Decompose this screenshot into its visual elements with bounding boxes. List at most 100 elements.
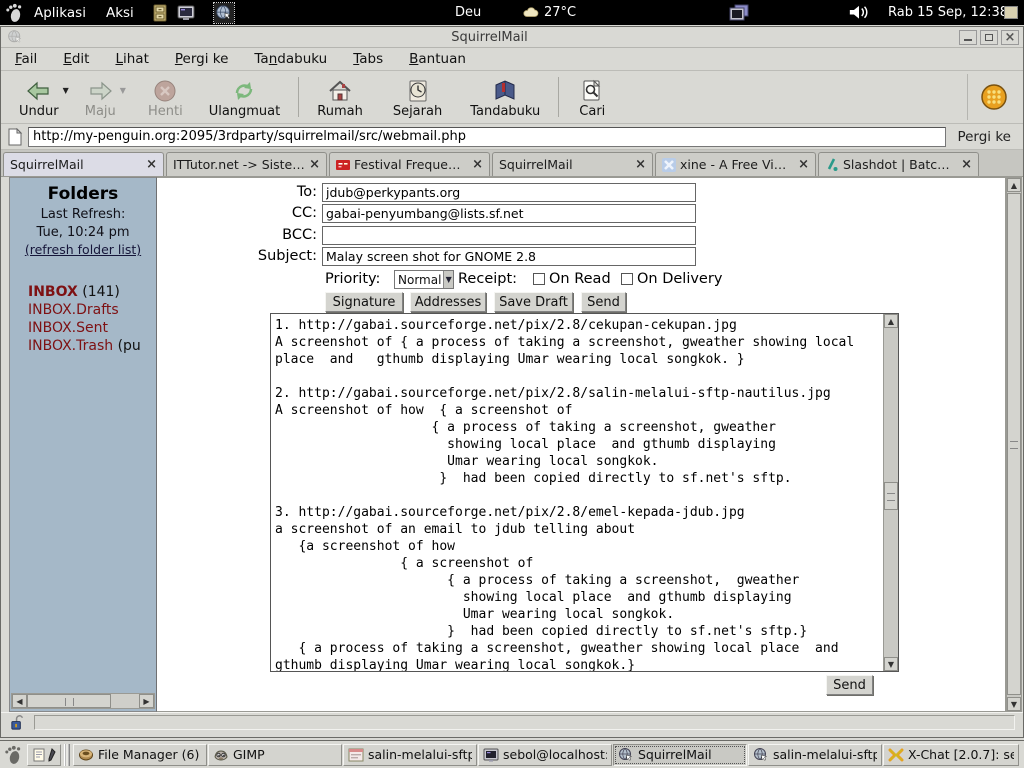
page-vertical-scrollbar[interactable]: ▲ ▼: [1006, 177, 1022, 712]
menu-edit[interactable]: Edit: [63, 51, 89, 67]
scroll-right-icon[interactable]: ▶: [139, 694, 154, 708]
addresses-button[interactable]: Addresses: [410, 292, 486, 312]
send-button-top[interactable]: Send: [581, 292, 626, 312]
keyboard-layout-indicator[interactable]: Deu: [455, 0, 481, 25]
folder-inbox[interactable]: INBOX (141): [28, 283, 156, 301]
terminal-icon[interactable]: [176, 3, 196, 23]
tab-squirrelmail-active[interactable]: SquirrelMail ×: [3, 152, 164, 176]
home-button[interactable]: Rumah: [309, 73, 371, 121]
security-lock-icon[interactable]: [9, 714, 26, 731]
scrollbar-thumb[interactable]: [884, 482, 898, 510]
menu-lihat[interactable]: Lihat: [115, 51, 148, 67]
file-cabinet-icon[interactable]: [150, 3, 170, 23]
tab-festival[interactable]: Festival Frequently... ×: [329, 152, 490, 176]
scroll-left-icon[interactable]: ◀: [12, 694, 27, 708]
show-desktop-button[interactable]: [27, 744, 61, 766]
volume-icon[interactable]: [848, 0, 870, 25]
last-refresh-time: Tue, 10:24 pm: [10, 225, 156, 240]
taskbar-item-salin-browser[interactable]: salin-melalui-sftp-n: [748, 744, 882, 766]
tab-close-icon[interactable]: ×: [635, 158, 646, 171]
history-button[interactable]: Sejarah: [385, 73, 450, 121]
tab-squirrelmail-2[interactable]: SquirrelMail ×: [492, 152, 653, 176]
signature-button[interactable]: Signature: [325, 292, 403, 312]
tab-close-icon[interactable]: ×: [961, 158, 972, 171]
status-message-field: [34, 715, 1015, 730]
menu-tabs[interactable]: Tabs: [353, 51, 383, 67]
scroll-up-icon[interactable]: ▲: [884, 314, 898, 328]
menu-aplikasi[interactable]: Aplikasi: [34, 5, 86, 21]
address-bar: Pergi ke: [1, 124, 1023, 150]
scroll-up-icon[interactable]: ▲: [1007, 178, 1021, 192]
taskbar-item-squirrelmail[interactable]: SquirrelMail: [613, 744, 747, 766]
menu-aksi[interactable]: Aksi: [106, 5, 134, 21]
sidebar-horizontal-scrollbar[interactable]: ◀ ▶: [11, 693, 155, 709]
tray-icon[interactable]: [1004, 0, 1018, 25]
gnome-foot-icon[interactable]: [3, 745, 23, 765]
on-read-checkbox[interactable]: [533, 273, 545, 285]
folder-link[interactable]: INBOX.Sent: [28, 320, 108, 336]
scroll-down-icon[interactable]: ▼: [1007, 697, 1021, 711]
taskbar-item-gimp[interactable]: GIMP: [208, 744, 342, 766]
go-button[interactable]: Pergi ke: [951, 129, 1017, 145]
menu-bantuan[interactable]: Bantuan: [409, 51, 466, 67]
tab-label: Slashdot | Batch-o...: [843, 157, 957, 172]
tab-slashdot[interactable]: Slashdot | Batch-o... ×: [818, 152, 979, 176]
folder-link[interactable]: INBOX.Trash: [28, 338, 113, 354]
tab-close-icon[interactable]: ×: [309, 158, 320, 171]
send-button-bottom[interactable]: Send: [826, 675, 873, 695]
minimize-button[interactable]: [959, 30, 977, 45]
titlebar[interactable]: SquirrelMail ×: [1, 27, 1023, 48]
workspace-switcher-icon[interactable]: [728, 0, 750, 25]
taskbar-item-terminal[interactable]: sebol@localhost:~/: [478, 744, 612, 766]
cc-input[interactable]: [322, 204, 696, 223]
on-delivery-checkbox[interactable]: [621, 273, 633, 285]
forward-button[interactable]: Maju: [77, 73, 124, 121]
stop-button[interactable]: Henti: [140, 73, 191, 121]
bookmarks-button[interactable]: Tandabuku: [462, 73, 548, 121]
close-button[interactable]: ×: [1001, 30, 1019, 45]
tab-close-icon[interactable]: ×: [146, 158, 157, 171]
url-input[interactable]: [28, 127, 946, 147]
back-dropdown-icon[interactable]: ▼: [63, 86, 69, 95]
menu-tandabuku[interactable]: Tandabuku: [254, 51, 327, 67]
tab-xine[interactable]: xine - A Free Video ... ×: [655, 152, 816, 176]
tab-ittutor[interactable]: ITTutor.net -> Sistem ... ×: [166, 152, 327, 176]
textarea-scrollbar[interactable]: ▲ ▼: [883, 314, 898, 671]
message-body-textarea[interactable]: 1. http://gabai.sourceforge.net/pix/2.8/…: [271, 314, 883, 671]
refresh-folder-list-link[interactable]: (refresh folder list): [10, 242, 156, 257]
web-browser-launcher-icon[interactable]: [214, 3, 234, 23]
to-input[interactable]: [322, 183, 696, 202]
menu-fail[interactable]: Fail: [15, 51, 37, 67]
weather-applet[interactable]: 27°C: [522, 0, 576, 25]
clock-applet[interactable]: Rab 15 Sep, 12:38: [888, 0, 1008, 25]
subject-input[interactable]: [322, 247, 696, 266]
priority-select[interactable]: Normal ▼: [394, 270, 454, 289]
folder-drafts[interactable]: INBOX.Drafts: [28, 301, 156, 319]
status-bar: [1, 712, 1023, 732]
scrollbar-thumb[interactable]: [1007, 193, 1021, 695]
message-body-wrap: 1. http://gabai.sourceforge.net/pix/2.8/…: [270, 313, 899, 672]
find-button[interactable]: Cari: [569, 73, 615, 121]
folder-sent[interactable]: INBOX.Sent: [28, 319, 156, 337]
scrollbar-thumb[interactable]: [27, 694, 111, 708]
save-draft-button[interactable]: Save Draft: [494, 292, 573, 312]
tasklist-handle[interactable]: [64, 744, 70, 766]
on-read-label: On Read: [549, 271, 611, 287]
forward-dropdown-icon[interactable]: ▼: [120, 86, 126, 95]
tab-close-icon[interactable]: ×: [798, 158, 809, 171]
forward-label: Maju: [85, 104, 116, 119]
back-button[interactable]: Undur: [11, 73, 67, 121]
gnome-foot-icon[interactable]: [4, 3, 24, 23]
scroll-down-icon[interactable]: ▼: [884, 657, 898, 671]
taskbar-item-file-manager[interactable]: File Manager (6): [73, 744, 207, 766]
folder-link[interactable]: INBOX: [28, 284, 78, 300]
folder-trash[interactable]: INBOX.Trash (pu: [28, 337, 156, 355]
bcc-input[interactable]: [322, 226, 696, 245]
reload-button[interactable]: Ulangmuat: [201, 73, 289, 121]
folder-link[interactable]: INBOX.Drafts: [28, 302, 119, 318]
tab-close-icon[interactable]: ×: [472, 158, 483, 171]
taskbar-item-xchat[interactable]: X-Chat [2.0.7]: sebol: [883, 744, 1019, 766]
maximize-button[interactable]: [980, 30, 998, 45]
menu-pergi-ke[interactable]: Pergi ke: [175, 51, 229, 67]
taskbar-item-salin-dialog[interactable]: salin-melalui-sftp-n: [343, 744, 477, 766]
